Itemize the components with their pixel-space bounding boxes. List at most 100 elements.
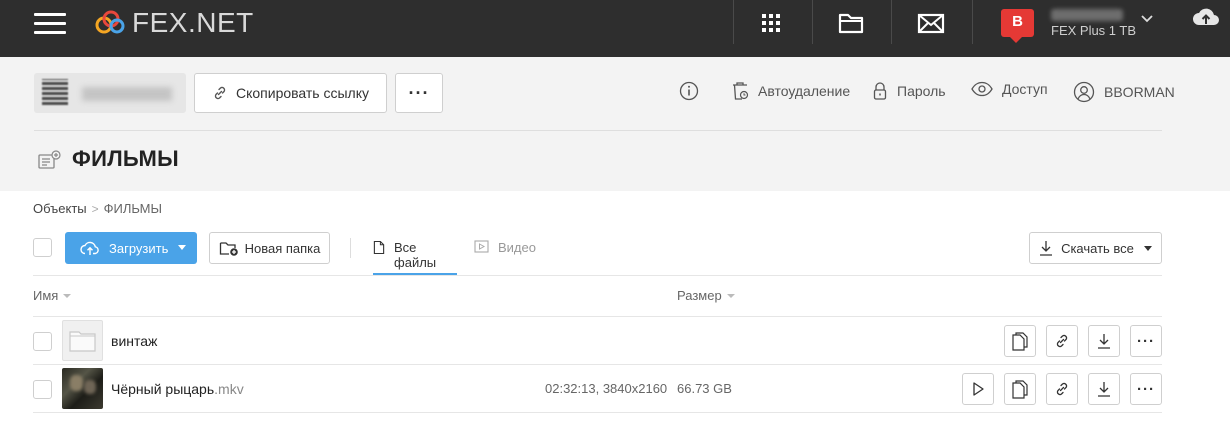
upload-label: Загрузить [109, 240, 169, 256]
new-folder-label: Новая папка [244, 240, 321, 256]
divider [891, 0, 892, 44]
download-all-label: Скачать все [1061, 240, 1134, 256]
upload-button[interactable]: Загрузить [65, 232, 197, 264]
avatar[interactable]: B [1001, 9, 1034, 43]
row-name[interactable]: винтаж [111, 333, 157, 349]
sort-caret-icon [726, 293, 735, 298]
divider [33, 275, 1162, 276]
divider [350, 238, 351, 258]
download-button[interactable] [1088, 325, 1120, 357]
folder-open-icon[interactable] [837, 10, 867, 36]
share-link-blurred [82, 87, 172, 101]
account-name-blurred [1051, 9, 1123, 21]
tab-video[interactable]: Видео [474, 232, 536, 275]
trash-timer-icon [733, 82, 749, 100]
copy-icon [1012, 332, 1028, 351]
divider [33, 364, 1162, 365]
column-header-name-label: Имя [33, 288, 59, 303]
more-options-button[interactable]: ··· [395, 73, 443, 113]
mail-icon[interactable] [917, 10, 947, 36]
sort-caret-icon [63, 293, 72, 298]
breadcrumb-root[interactable]: Объекты [33, 201, 87, 216]
share-panel: Скопировать ссылку ··· Автоудаление Паро… [0, 57, 1230, 191]
download-icon [1040, 241, 1053, 256]
caret-down-icon [1143, 245, 1152, 251]
top-bar: FEX.NET B FEX Plus 1 TB [0, 0, 1230, 57]
divider [812, 0, 813, 44]
folder-icon [69, 331, 96, 352]
eye-icon [971, 81, 993, 97]
copy-link-label: Скопировать ссылку [235, 85, 370, 101]
cloud-upload-icon[interactable] [1192, 6, 1220, 30]
file-size: 66.73 GB [677, 381, 732, 396]
column-header-size[interactable]: Размер [677, 288, 735, 303]
divider [33, 412, 1162, 413]
play-icon [973, 382, 984, 396]
link-icon [1056, 334, 1068, 348]
copy-link-button[interactable]: Скопировать ссылку [194, 73, 387, 113]
divider [733, 0, 734, 44]
video-thumbnail[interactable] [62, 368, 103, 409]
breadcrumb: Объекты > ФИЛЬМЫ [33, 201, 162, 216]
row-name-text: Чёрный рыцарь [111, 381, 215, 397]
fex-logo-icon [95, 10, 125, 34]
download-all-button[interactable]: Скачать все [1029, 232, 1162, 264]
row-more-button[interactable]: ··· [1130, 373, 1162, 405]
share-link-button[interactable] [1046, 373, 1078, 405]
select-all-checkbox[interactable] [33, 238, 52, 257]
copy-icon [1012, 380, 1028, 399]
menu-icon[interactable] [34, 11, 68, 37]
row-checkbox[interactable] [33, 332, 52, 351]
folder-thumbnail[interactable] [62, 320, 103, 361]
divider [33, 316, 1162, 317]
row-checkbox[interactable] [33, 380, 52, 399]
caret-down-icon [178, 245, 186, 250]
folder-settings-icon [38, 150, 62, 170]
apps-grid-icon[interactable] [758, 10, 788, 36]
copy-button[interactable] [1004, 325, 1036, 357]
autodelete-label: Автоудаление [758, 83, 851, 99]
logo-text: FEX.NET [132, 7, 254, 38]
password-label: Пароль [897, 83, 946, 99]
download-icon [1098, 334, 1110, 349]
user-label: BBORMAN [1104, 84, 1175, 100]
copy-button[interactable] [1004, 373, 1036, 405]
account-plan[interactable]: FEX Plus 1 TB [1051, 23, 1136, 38]
link-icon [1056, 382, 1068, 396]
share-link-box[interactable] [34, 73, 186, 113]
password-button[interactable]: Пароль [872, 81, 946, 101]
tab-all-files-label: Все файлы [394, 240, 437, 270]
breadcrumb-current: ФИЛЬМЫ [103, 201, 162, 216]
breadcrumb-separator: > [91, 201, 99, 216]
row-name-ext: .mkv [214, 381, 244, 397]
new-folder-button[interactable]: Новая папка [209, 232, 330, 264]
tab-video-label: Видео [498, 240, 536, 255]
chevron-down-icon[interactable] [1141, 14, 1153, 24]
tab-all-files[interactable]: Все файлы [373, 232, 457, 275]
link-icon [214, 86, 226, 100]
play-button[interactable] [962, 373, 994, 405]
file-icon [373, 240, 385, 255]
page-title: ФИЛЬМЫ [72, 146, 179, 171]
user-icon [1073, 81, 1095, 103]
row-name-text: винтаж [111, 333, 158, 349]
user-button[interactable]: BBORMAN [1073, 81, 1175, 103]
lock-icon [873, 82, 887, 100]
divider [34, 130, 1162, 131]
video-icon [474, 240, 489, 253]
share-link-button[interactable] [1046, 325, 1078, 357]
autodelete-button[interactable]: Автоудаление [731, 81, 850, 101]
new-folder-icon [219, 242, 238, 256]
download-icon [1098, 382, 1110, 397]
access-button[interactable]: Доступ [971, 81, 1048, 97]
qr-code-icon[interactable] [42, 79, 68, 105]
divider [972, 0, 973, 44]
column-header-name[interactable]: Имя [33, 288, 72, 303]
info-button[interactable] [679, 81, 708, 101]
download-button[interactable] [1088, 373, 1120, 405]
logo[interactable]: FEX.NET [93, 7, 254, 38]
row-more-button[interactable]: ··· [1130, 325, 1162, 357]
cloud-upload-icon [80, 241, 99, 255]
row-name[interactable]: Чёрный рыцарь.mkv [111, 381, 244, 397]
access-label: Доступ [1002, 81, 1048, 97]
